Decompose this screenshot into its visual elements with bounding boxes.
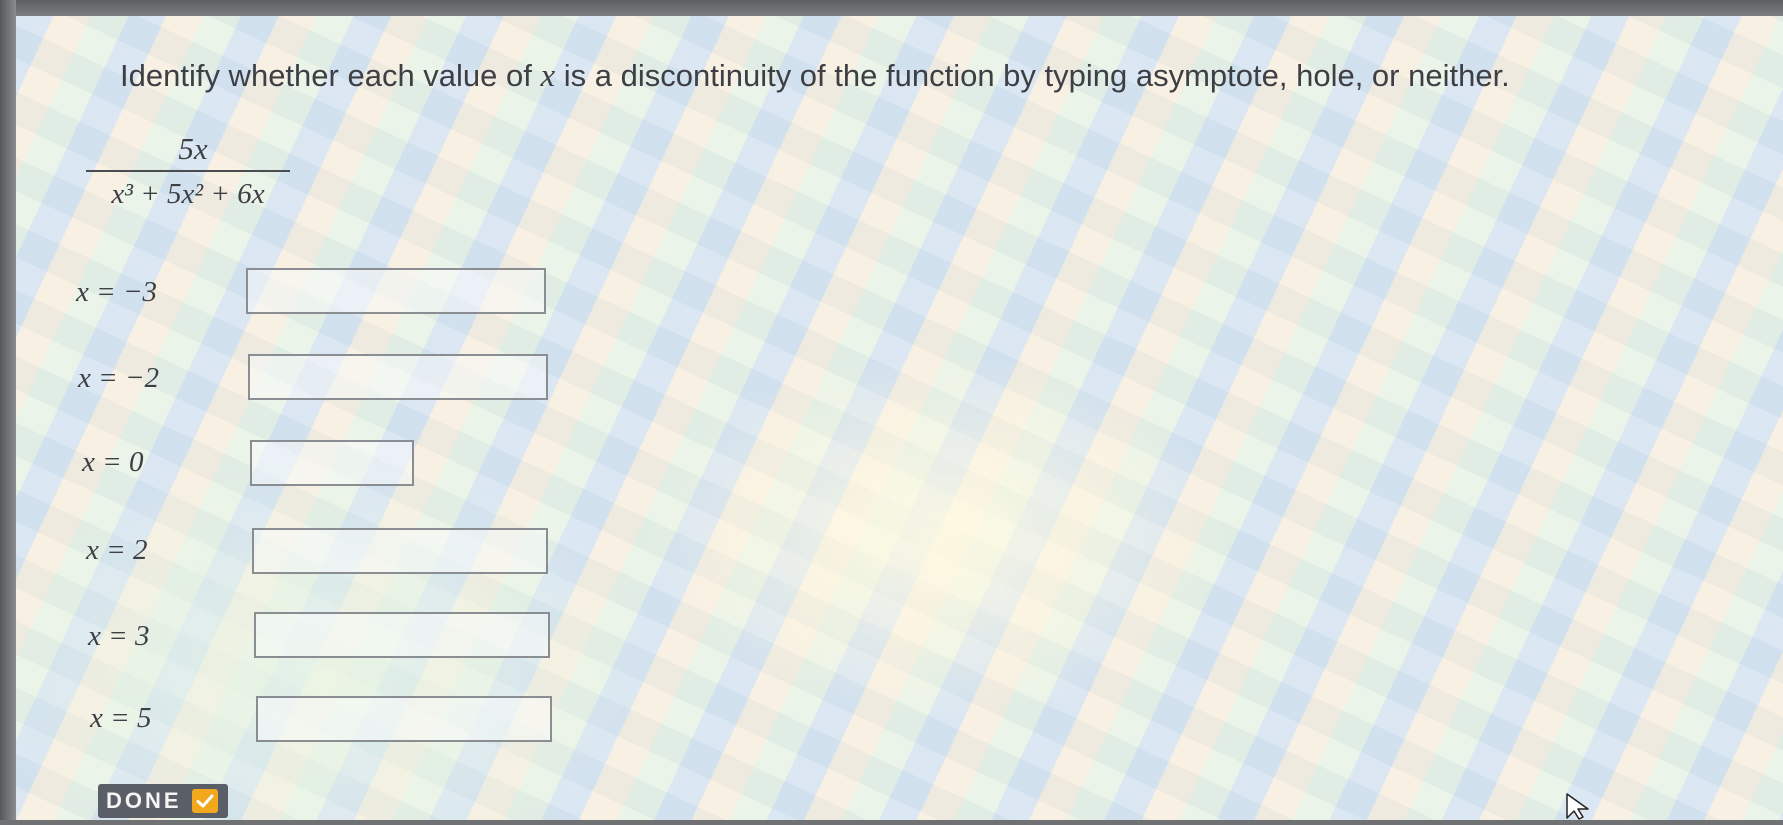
answer-input-x-neg3[interactable] [246,268,546,314]
fraction-bar [86,170,290,172]
monitor-bezel-left [0,0,16,820]
function-denominator: x³ + 5x² + 6x [111,178,265,210]
prompt-text-end: is a discontinuity of the function by ty… [555,58,1510,93]
row-label-x-5: x = 5 [90,702,152,734]
prompt-text-start: Identify whether each value of [120,58,541,93]
function-numerator: 5x [178,131,208,166]
answer-input-x-0[interactable] [250,440,414,486]
answer-input-x-2[interactable] [252,528,548,574]
check-icon [191,789,218,813]
row-label-x-3: x = 3 [88,620,150,652]
prompt-variable: x [540,58,556,94]
monitor-bezel-top [0,0,1783,16]
row-label-x-2: x = 2 [86,534,148,566]
row-label-x-0: x = 0 [82,446,144,478]
done-label: DONE [106,788,182,813]
question-prompt: Identify whether each value of x is a di… [120,58,1510,95]
rational-function: 5x x³ + 5x² + 6x [86,132,290,210]
answer-input-x-5[interactable] [256,696,552,742]
row-label-x-neg2: x = −2 [78,362,160,394]
row-label-x-neg3: x = −3 [76,276,158,308]
answer-input-x-3[interactable] [254,612,550,658]
done-button[interactable]: DONE [98,784,228,818]
mouse-cursor-icon [1565,792,1595,825]
answer-input-x-neg2[interactable] [248,354,548,400]
